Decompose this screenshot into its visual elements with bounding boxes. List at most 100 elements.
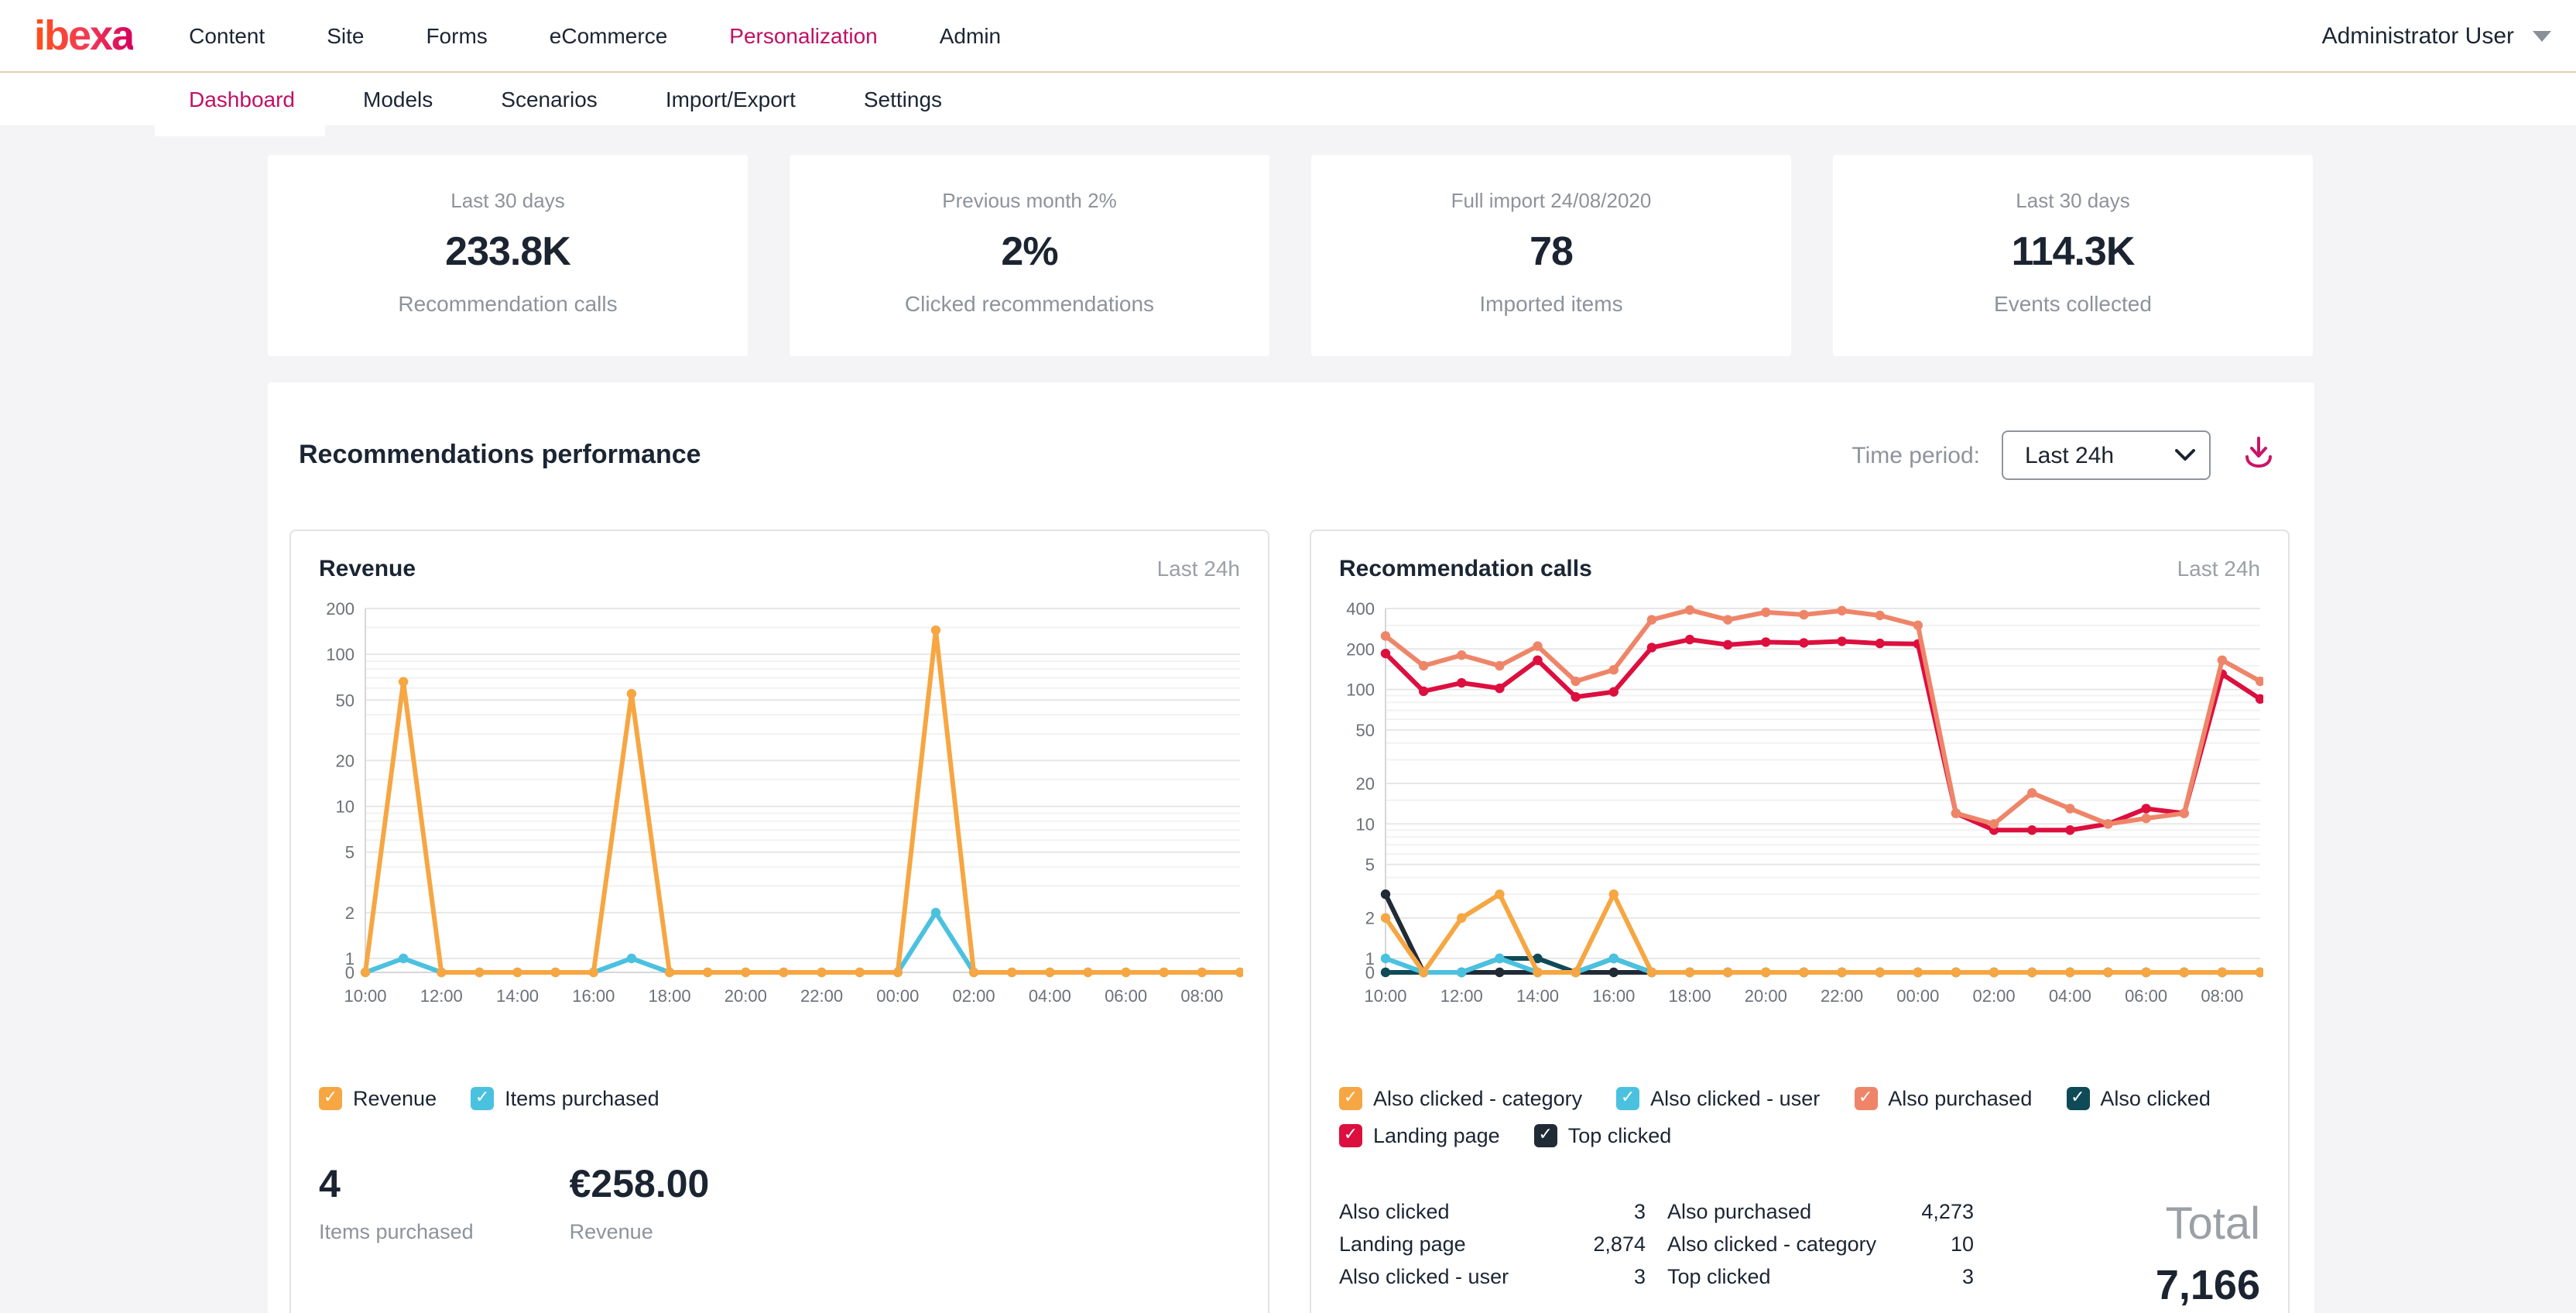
time-period-select[interactable]: Last 24h [2002,430,2211,480]
legend-label: Also clicked - category [1373,1087,1582,1110]
svg-text:50: 50 [1356,721,1375,740]
svg-text:10: 10 [1356,814,1375,834]
svg-text:5: 5 [345,843,355,862]
stat-value: 114.3K [1833,228,2313,276]
legend-checkbox-icon[interactable]: ✓ [471,1087,494,1110]
top-bar: ibexa Content Site Forms eCommerce Perso… [0,0,2576,73]
totals-row-label: Also clicked - category [1667,1232,1876,1257]
summary-value: 4 [319,1163,474,1208]
user-name: Administrator User [2322,22,2514,49]
totals-row-label: Also clicked [1339,1200,1450,1225]
legend-item[interactable]: ✓ Landing page [1339,1124,1500,1147]
stat-card-imported-items: Full import 24/08/2020 78 Imported items [1311,155,1791,356]
stat-card-recommendation-calls: Last 30 days 233.8K Recommendation calls [268,155,748,356]
topnav-item-personalization[interactable]: Personalization [729,23,877,48]
svg-text:5: 5 [1365,855,1375,875]
stat-label: Clicked recommendations [790,291,1269,316]
svg-text:100: 100 [1346,680,1375,700]
totals-row-value: 4,273 [1921,1200,1974,1225]
summary-label: Items purchased [319,1220,474,1243]
svg-text:400: 400 [1346,599,1375,619]
tab-import-export[interactable]: Import/Export [666,87,796,111]
legend-checkbox-icon[interactable]: ✓ [1534,1124,1557,1147]
user-menu[interactable]: Administrator User [2322,22,2551,49]
totals-row-value: 3 [1634,1265,1646,1290]
legend-label: Top clicked [1568,1124,1672,1147]
totals-row-value: 3 [1962,1265,1974,1290]
ibexa-logo[interactable]: ibexa [34,15,133,57]
stat-value: 233.8K [268,228,748,276]
revenue-line-chart: 200100502010521010:0012:0014:0016:0018:0… [319,590,1240,1019]
legend-checkbox-icon[interactable]: ✓ [1339,1124,1362,1147]
topnav-item-content[interactable]: Content [189,23,265,48]
totals-row: Landing page2,874 [1339,1232,1646,1257]
top-navigation: Content Site Forms eCommerce Personaliza… [189,23,1001,48]
legend-item[interactable]: ✓Also clicked - user [1616,1087,1820,1110]
topnav-item-admin[interactable]: Admin [940,23,1001,48]
legend-label: Revenue [353,1087,437,1110]
svg-text:0: 0 [345,963,355,982]
svg-text:06:00: 06:00 [2125,986,2167,1006]
legend-item[interactable]: ✓Also purchased [1854,1087,2032,1110]
svg-text:04:00: 04:00 [1029,986,1071,1006]
topnav-item-site[interactable]: Site [327,23,364,48]
legend-checkbox-icon[interactable]: ✓ [319,1087,342,1110]
legend-row: ✓ Also clicked - category ✓Also clicked - … [1339,1087,2260,1110]
svg-text:04:00: 04:00 [2049,986,2091,1006]
totals-row-label: Also clicked - user [1339,1265,1509,1290]
stat-card-clicked-recommendations: Previous month 2% 2% Clicked recommendat… [790,155,1269,356]
chevron-down-icon [2533,30,2551,41]
revenue-chart-legend: ✓ Revenue ✓Items purchased [319,1087,1240,1110]
legend-item[interactable]: ✓ Top clicked [1534,1124,1672,1147]
download-icon [2242,434,2276,471]
svg-text:00:00: 00:00 [1896,986,1939,1006]
tab-dashboard[interactable]: Dashboard [189,87,295,111]
stat-cards-row: Last 30 days 233.8K Recommendation calls… [268,155,2576,356]
charts-row: Revenue Last 24h 200100502010521010:0012… [289,530,2293,1313]
time-period-controls: Time period: Last 24h [1852,430,2276,480]
tab-settings[interactable]: Settings [864,87,942,111]
svg-text:0: 0 [1365,963,1375,982]
topnav-item-forms[interactable]: Forms [426,23,487,48]
page-title: Recommendations performance [299,440,701,471]
chart-period-label: Last 24h [2177,556,2260,581]
personalization-sub-navigation: Dashboard Models Scenarios Import/Export… [0,73,2576,125]
revenue-chart-box: Revenue Last 24h 200100502010521010:0012… [289,530,1269,1313]
legend-item[interactable]: ✓ Revenue [319,1087,437,1110]
legend-item[interactable]: ✓ Also clicked - category [1339,1087,1582,1110]
legend-checkbox-icon[interactable]: ✓ [1339,1087,1362,1110]
svg-text:20: 20 [336,751,355,770]
svg-text:100: 100 [326,645,355,664]
svg-text:08:00: 08:00 [2201,986,2243,1006]
svg-text:14:00: 14:00 [496,986,539,1006]
legend-item[interactable]: ✓Items purchased [471,1087,659,1110]
svg-text:20: 20 [1356,774,1375,794]
svg-text:18:00: 18:00 [649,986,691,1006]
topnav-item-ecommerce[interactable]: eCommerce [550,23,668,48]
legend-checkbox-icon[interactable]: ✓ [1616,1087,1639,1110]
legend-checkbox-icon[interactable]: ✓ [1854,1087,1877,1110]
download-button[interactable] [2242,434,2276,476]
svg-text:2: 2 [345,903,355,923]
tab-scenarios[interactable]: Scenarios [501,87,598,111]
page: ibexa Content Site Forms eCommerce Perso… [0,0,2576,1313]
totals-row-value: 10 [1951,1232,1974,1257]
tab-models[interactable]: Models [363,87,433,111]
totals-row: Top clicked3 [1667,1265,1974,1290]
svg-text:20:00: 20:00 [724,986,767,1006]
recommendation-calls-chart-box: Recommendation calls Last 24h 4002001005… [1310,530,2290,1313]
legend-label: Also clicked [2100,1087,2211,1110]
svg-text:14:00: 14:00 [1516,986,1559,1006]
recommendations-performance-panel: Recommendations performance Time period:… [268,382,2314,1313]
legend-label: Landing page [1373,1124,1500,1147]
summary-label: Revenue [570,1220,710,1243]
svg-text:06:00: 06:00 [1105,986,1147,1006]
svg-text:02:00: 02:00 [953,986,995,1006]
svg-text:00:00: 00:00 [876,986,919,1006]
total-value: 7,166 [2156,1262,2260,1310]
svg-text:200: 200 [326,599,355,619]
panel-header: Recommendations performance Time period:… [268,382,2314,482]
legend-item[interactable]: ✓ Also clicked [2066,1087,2211,1110]
totals-row-label: Also purchased [1667,1200,1811,1225]
legend-checkbox-icon[interactable]: ✓ [2066,1087,2089,1110]
